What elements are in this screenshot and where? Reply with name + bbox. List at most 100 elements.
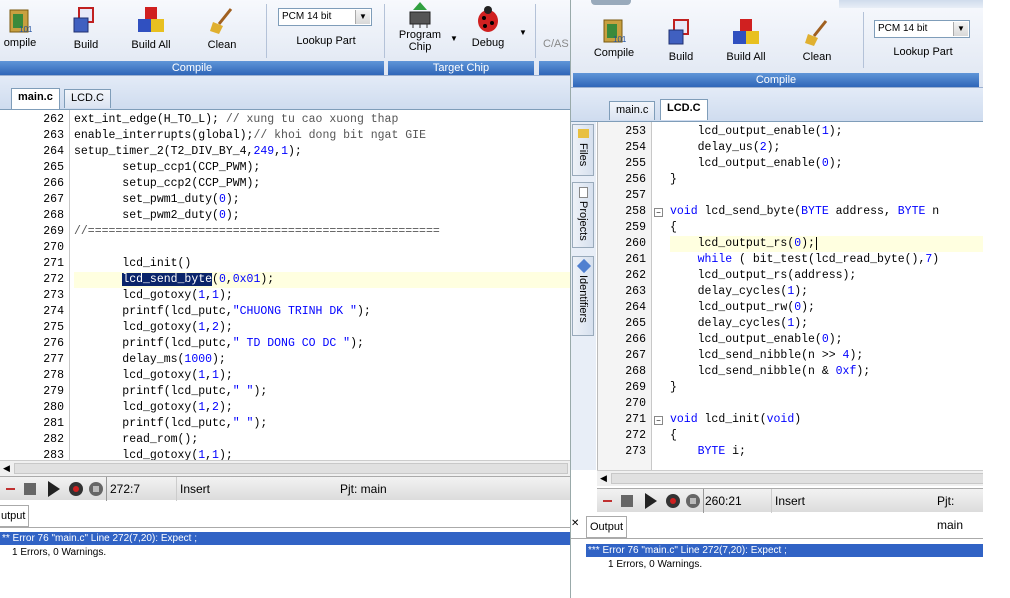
program-chip-button[interactable]: Program Chip xyxy=(390,2,450,53)
compile-button[interactable]: 101 Compile xyxy=(589,16,639,59)
code-line[interactable]: lcd_output_enable(0); xyxy=(670,332,983,348)
scroll-left-arrow-icon[interactable]: ◀ xyxy=(3,463,10,474)
stop-icon[interactable] xyxy=(685,493,701,509)
build-all-button[interactable]: Build All xyxy=(126,6,176,51)
code-line[interactable]: void lcd_init(void) xyxy=(670,412,983,428)
code-line[interactable]: lcd_output_enable(1); xyxy=(670,124,983,140)
error-message[interactable]: ** Error 76 "main.c" Line 272(7,20): Exp… xyxy=(0,532,570,545)
minus-icon[interactable] xyxy=(599,493,615,509)
fold-toggle-icon[interactable]: − xyxy=(654,416,663,425)
project-name: Pjt: main xyxy=(340,482,387,496)
separator xyxy=(266,4,267,58)
code-line[interactable]: lcd_gotoxy(1,1); xyxy=(74,448,570,460)
line-number: 277 xyxy=(43,353,64,366)
code-editor[interactable]: 262 ext_int_edge(H_TO_L); // xung tu cao … xyxy=(0,110,570,460)
code-line[interactable]: } xyxy=(670,172,983,188)
save-icon[interactable] xyxy=(619,493,635,509)
save-icon[interactable] xyxy=(22,481,38,497)
code-line[interactable]: printf(lcd_putc," "); xyxy=(74,384,570,400)
code-line[interactable]: lcd_send_nibble(n & 0xf); xyxy=(670,364,983,380)
code-line[interactable]: void lcd_send_byte(BYTE address, BYTE n xyxy=(670,204,983,220)
code-line[interactable]: read_rom(); xyxy=(74,432,570,448)
code-line[interactable]: BYTE i; xyxy=(670,444,983,460)
tab-main-c[interactable]: main.c xyxy=(609,101,656,120)
build-all-button[interactable]: Build All xyxy=(721,18,771,63)
line-number: 267 xyxy=(625,349,646,362)
code-line[interactable]: setup_timer_2(T2_DIV_BY_4,249,1); xyxy=(74,144,570,160)
line-number: 268 xyxy=(43,209,64,222)
device-family-select[interactable]: PCM 14 bit ▼ xyxy=(874,20,970,38)
scrollbar-thumb[interactable] xyxy=(611,473,983,484)
code-line[interactable]: lcd_gotoxy(1,2); xyxy=(74,400,570,416)
code-line[interactable]: { xyxy=(670,220,983,236)
close-icon[interactable]: ✕ xyxy=(571,518,579,529)
code-line[interactable]: lcd_output_rs(address); xyxy=(670,268,983,284)
code-line[interactable]: delay_cycles(1); xyxy=(670,316,983,332)
document-icon xyxy=(579,187,588,198)
code-line[interactable]: lcd_output_enable(0); xyxy=(670,156,983,172)
record-icon[interactable] xyxy=(68,481,84,497)
code-line[interactable]: //======================================… xyxy=(74,224,570,240)
chevron-down-icon[interactable]: ▼ xyxy=(450,34,458,43)
scroll-left-arrow-icon[interactable]: ◀ xyxy=(600,473,607,484)
code-line[interactable]: { xyxy=(670,428,983,444)
minus-icon[interactable] xyxy=(2,481,18,497)
code-line[interactable]: ext_int_edge(H_TO_L); // xung tu cao xuo… xyxy=(74,112,570,128)
code-line[interactable]: lcd_gotoxy(1,2); xyxy=(74,320,570,336)
code-line[interactable]: lcd_init() xyxy=(74,256,570,272)
output-tab[interactable]: Output xyxy=(586,516,628,538)
code-line[interactable]: printf(lcd_putc," "); xyxy=(74,416,570,432)
code-line[interactable]: printf(lcd_putc," TD DONG CO DC "); xyxy=(74,336,570,352)
line-number: 279 xyxy=(43,385,64,398)
tab-lcd-c[interactable]: LCD.C xyxy=(64,89,112,108)
debug-button[interactable]: Debug xyxy=(466,4,510,49)
tab-main-c[interactable]: main.c xyxy=(11,88,60,109)
code-line[interactable]: enable_interrupts(global);// khoi dong b… xyxy=(74,128,570,144)
device-family-select[interactable]: PCM 14 bit ▼ xyxy=(278,8,372,26)
clean-button[interactable]: Clean xyxy=(795,18,839,63)
play-icon[interactable] xyxy=(48,481,64,497)
code-line[interactable]: delay_ms(1000); xyxy=(74,352,570,368)
code-line[interactable]: delay_us(2); xyxy=(670,140,983,156)
record-icon[interactable] xyxy=(665,493,681,509)
chevron-down-icon[interactable]: ▼ xyxy=(519,28,527,37)
fold-toggle-icon[interactable]: − xyxy=(654,208,663,217)
lookup-part-button[interactable]: Lookup Part xyxy=(284,35,368,47)
code-line[interactable]: } xyxy=(670,380,983,396)
play-icon[interactable] xyxy=(645,493,661,509)
clean-button[interactable]: Clean xyxy=(200,6,244,51)
tab-lcd-c[interactable]: LCD.C xyxy=(660,99,708,120)
code-line[interactable] xyxy=(670,396,983,412)
cas-button[interactable]: C/AS xyxy=(543,38,570,50)
code-line[interactable]: lcd_output_rw(0); xyxy=(670,300,983,316)
code-line[interactable]: lcd_gotoxy(1,1); xyxy=(74,288,570,304)
code-line[interactable]: lcd_send_nibble(n >> 4); xyxy=(670,348,983,364)
code-line[interactable]: while ( bit_test(lcd_read_byte(),7) xyxy=(670,252,983,268)
side-tab-identifiers[interactable]: Identifiers xyxy=(572,256,594,336)
stop-icon[interactable] xyxy=(88,481,104,497)
build-button[interactable]: Build xyxy=(66,6,106,51)
code-line[interactable]: printf(lcd_putc,"CHUONG TRINH DK "); xyxy=(74,304,570,320)
code-line[interactable]: delay_cycles(1); xyxy=(670,284,983,300)
output-tab[interactable]: utput xyxy=(0,505,30,527)
horizontal-scrollbar[interactable]: ◀ xyxy=(597,470,983,486)
build-button[interactable]: Build xyxy=(661,18,701,63)
error-message[interactable]: *** Error 76 "main.c" Line 272(7,20): Ex… xyxy=(586,544,983,557)
code-line[interactable]: lcd_gotoxy(1,1); xyxy=(74,368,570,384)
compile-button[interactable]: 101 ompile xyxy=(0,6,40,49)
code-line[interactable]: lcd_output_rs(0); xyxy=(670,236,983,252)
code-editor[interactable]: 253 lcd_output_enable(1); 254 delay_us(2)… xyxy=(597,122,983,470)
code-line[interactable]: setup_ccp2(CCP_PWM); xyxy=(74,176,570,192)
horizontal-scrollbar[interactable]: ◀ xyxy=(0,460,570,476)
code-line[interactable] xyxy=(74,240,570,256)
scrollbar-thumb[interactable] xyxy=(14,463,568,474)
code-line[interactable]: set_pwm2_duty(0); xyxy=(74,208,570,224)
code-line[interactable] xyxy=(670,188,983,204)
lookup-part-button[interactable]: Lookup Part xyxy=(879,46,967,58)
side-tab-projects[interactable]: Projects xyxy=(572,182,594,248)
code-line[interactable]: setup_ccp1(CCP_PWM); xyxy=(74,160,570,176)
code-line[interactable]: lcd_send_byte(0,0x01); xyxy=(74,272,570,288)
code-line[interactable]: set_pwm1_duty(0); xyxy=(74,192,570,208)
side-tab-files[interactable]: Files xyxy=(572,124,594,176)
line-number: 259 xyxy=(625,221,646,234)
